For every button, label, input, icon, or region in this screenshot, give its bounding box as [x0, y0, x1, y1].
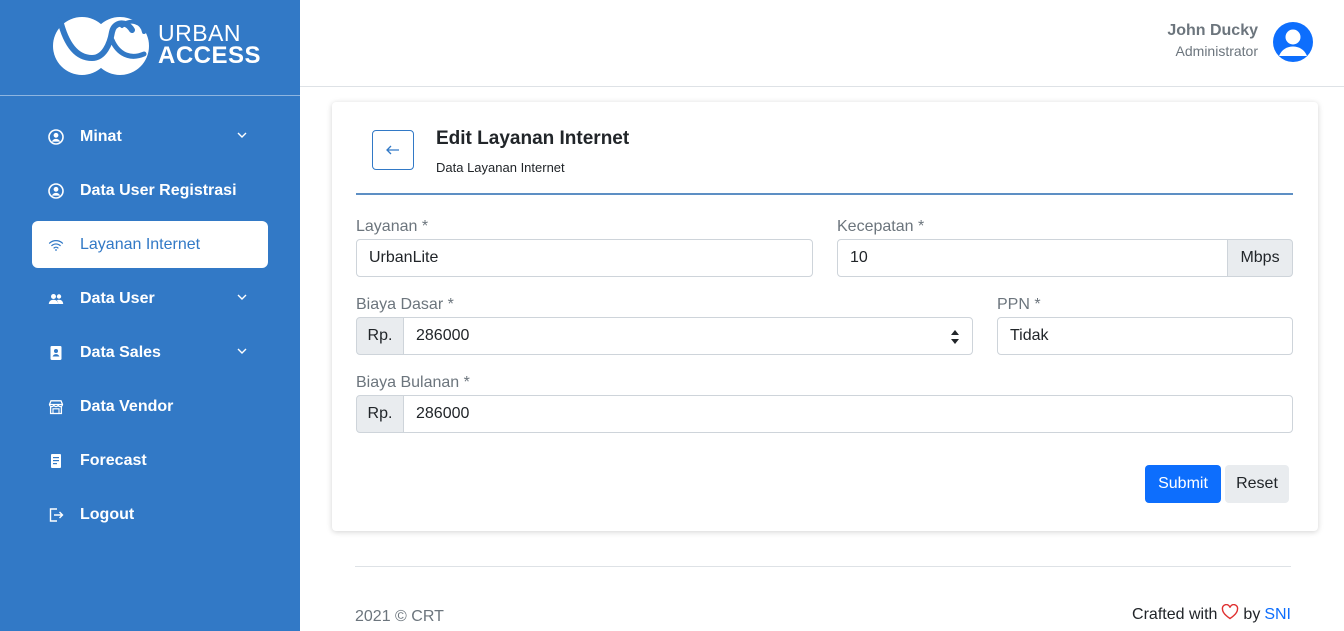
ppn-select[interactable]: Tidak	[997, 317, 1293, 355]
biaya-dasar-input[interactable]: 286000	[403, 317, 973, 355]
sidebar-item-label: Data Vendor	[80, 397, 174, 415]
biaya-dasar-value: 286000	[416, 327, 470, 344]
sidebar-nav: Minat Data User Registrasi Layanan Inter…	[32, 113, 268, 545]
chevron-down-icon	[237, 294, 247, 300]
biaya-dasar-label: Biaya Dasar *	[356, 296, 454, 313]
sidebar-item-layanan-internet[interactable]: Layanan Internet	[32, 221, 268, 268]
number-spinner-icon[interactable]	[950, 327, 960, 347]
footer-author-link[interactable]: SNI	[1264, 606, 1291, 624]
user-avatar-icon	[1279, 29, 1307, 56]
biaya-bulanan-label: Biaya Bulanan *	[356, 374, 470, 391]
sidebar-item-label: Layanan Internet	[80, 235, 201, 253]
footer-copyright: 2021 © CRT	[355, 608, 444, 625]
avatar[interactable]	[1273, 22, 1313, 62]
footer-crafted-text: Crafted with	[1132, 606, 1218, 623]
footer-divider	[355, 566, 1291, 567]
sidebar-item-label: Logout	[80, 505, 135, 523]
title-divider	[356, 193, 1293, 195]
chevron-down-icon	[237, 348, 247, 354]
sidebar-item-label: Data Sales	[80, 343, 161, 361]
store-icon	[48, 399, 64, 415]
kecepatan-input[interactable]: 10	[837, 239, 1228, 277]
biaya-dasar-currency-addon: Rp.	[356, 317, 404, 355]
edit-form-card: Edit Layanan Internet Data Layanan Inter…	[332, 102, 1318, 531]
contact-book-icon	[48, 345, 64, 361]
arrow-left-icon	[386, 145, 399, 155]
layanan-label: Layanan *	[356, 218, 429, 235]
sidebar-item-forecast[interactable]: Forecast	[32, 437, 268, 484]
sidebar-item-label: Forecast	[80, 451, 147, 469]
layanan-input[interactable]: UrbanLite	[356, 239, 813, 277]
chevron-down-icon	[237, 132, 247, 138]
sidebar-item-logout[interactable]: Logout	[32, 491, 268, 538]
document-icon	[48, 453, 64, 469]
user-name: John Ducky	[1167, 22, 1258, 39]
page-subtitle: Data Layanan Internet	[436, 160, 565, 175]
sidebar-item-data-vendor[interactable]: Data Vendor	[32, 383, 268, 430]
brand-line2: ACCESS	[158, 42, 262, 69]
sidebar-item-data-user[interactable]: Data User	[32, 275, 268, 322]
sidebar-item-label: Data User Registrasi	[80, 181, 237, 199]
kecepatan-unit-addon: Mbps	[1227, 239, 1293, 277]
footer-by-text: by	[1243, 606, 1261, 623]
user-circle-icon	[48, 182, 64, 199]
users-icon	[48, 291, 64, 307]
user-role: Administrator	[1175, 43, 1258, 59]
urban-access-logo-icon	[53, 17, 149, 75]
biaya-bulanan-currency-addon: Rp.	[356, 395, 404, 433]
back-button[interactable]	[372, 130, 414, 170]
sidebar-item-minat[interactable]: Minat	[32, 113, 268, 160]
heart-icon	[1222, 604, 1239, 620]
logout-icon	[48, 507, 64, 523]
ppn-label: PPN *	[997, 296, 1041, 313]
sidebar-item-data-user-registrasi[interactable]: Data User Registrasi	[32, 167, 268, 214]
sidebar-divider	[0, 95, 300, 96]
page-title: Edit Layanan Internet	[436, 128, 630, 149]
reset-button[interactable]: Reset	[1225, 465, 1289, 503]
brand-logo[interactable]: URBAN ACCESS	[52, 14, 261, 78]
sidebar-item-label: Data User	[80, 289, 155, 307]
sidebar: URBAN ACCESS Minat Data User Registrasi …	[0, 0, 300, 631]
biaya-bulanan-input[interactable]: 286000	[403, 395, 1293, 433]
footer-credit: Crafted with by SNI	[1132, 604, 1291, 624]
top-header: John Ducky Administrator	[300, 0, 1344, 87]
wifi-icon	[48, 237, 64, 253]
kecepatan-label: Kecepatan *	[837, 218, 925, 235]
submit-button[interactable]: Submit	[1145, 465, 1221, 503]
sidebar-item-label: Minat	[80, 127, 122, 145]
sidebar-item-data-sales[interactable]: Data Sales	[32, 329, 268, 376]
user-circle-icon	[48, 128, 64, 145]
